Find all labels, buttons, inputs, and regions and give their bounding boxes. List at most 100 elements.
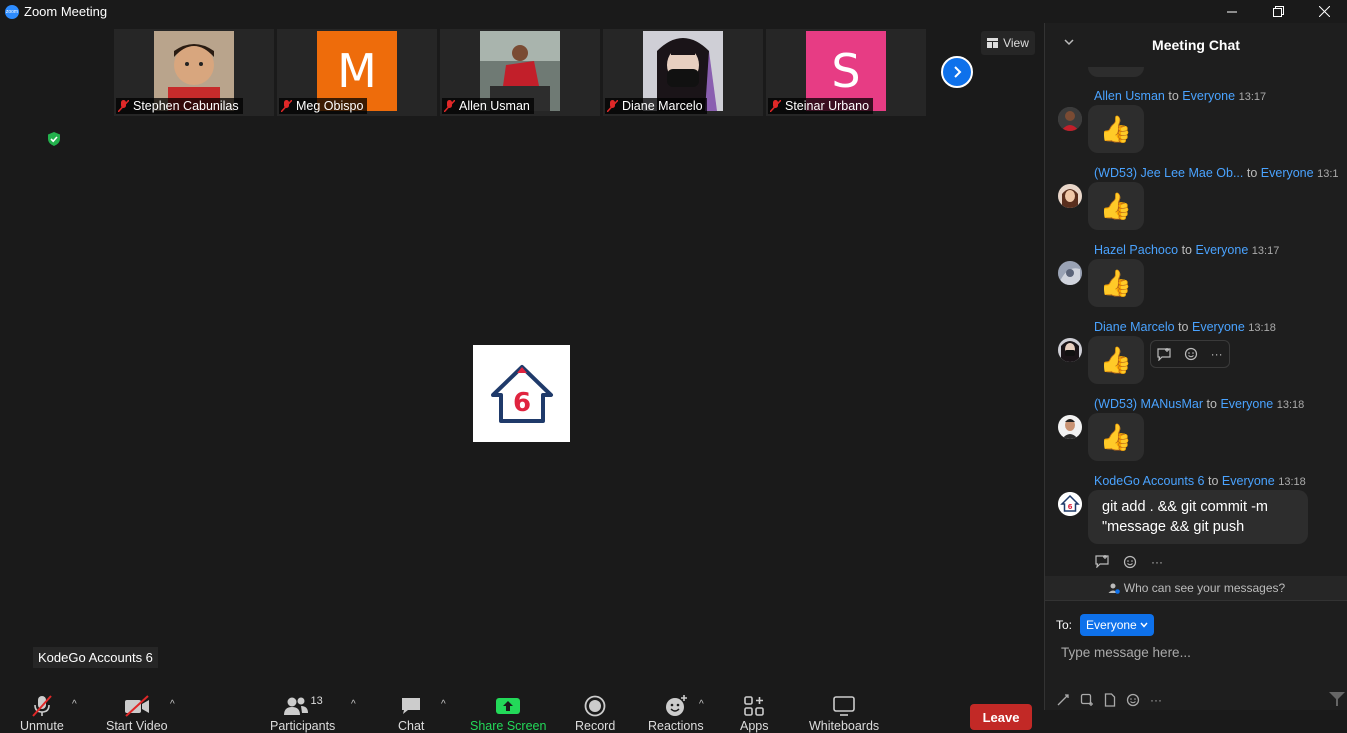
message-time: 13:18: [1248, 322, 1276, 334]
participant-name-label: Stephen Cabunilas: [116, 98, 243, 114]
reactions-button[interactable]: Reactions: [648, 693, 704, 733]
avatar: 6: [1058, 492, 1082, 516]
text-message-bubble: git add . && git commit -m "message && g…: [1088, 490, 1308, 544]
message-recipient[interactable]: Everyone: [1220, 397, 1273, 411]
participant-name-label: Diane Marcelo: [605, 98, 707, 114]
reactions-label: Reactions: [648, 719, 704, 733]
emoji-message-bubble: 👍: [1088, 259, 1144, 307]
reply-icon[interactable]: [1095, 555, 1109, 568]
emoji-icon[interactable]: [1126, 693, 1140, 707]
message-recipient[interactable]: Everyone: [1222, 474, 1275, 488]
title-bar: zoom Zoom Meeting: [0, 0, 1347, 23]
next-page-button[interactable]: [941, 56, 973, 88]
chevron-down-icon: [1140, 622, 1148, 628]
message-recipient[interactable]: Everyone: [1195, 243, 1248, 257]
participant-tile[interactable]: Diane Marcelo: [603, 29, 763, 116]
more-options-icon[interactable]: ···: [1211, 347, 1223, 361]
participant-tile[interactable]: M Meg Obispo: [277, 29, 437, 116]
message-recipient[interactable]: Everyone: [1192, 320, 1245, 334]
message-input[interactable]: Type message here...: [1061, 645, 1191, 660]
view-button[interactable]: View: [981, 31, 1035, 55]
participant-name-label: Allen Usman: [442, 98, 534, 114]
close-button[interactable]: [1301, 0, 1347, 23]
participants-button[interactable]: 13 Participants: [270, 693, 335, 733]
house-logo-icon: 6: [490, 364, 553, 423]
reply-icon[interactable]: [1157, 347, 1171, 361]
video-off-icon: [124, 695, 149, 717]
message-to-word: to: [1206, 397, 1217, 411]
share-screen-button[interactable]: Share Screen: [470, 693, 546, 733]
message-to-word: to: [1246, 166, 1258, 180]
screenshot-icon[interactable]: [1080, 693, 1094, 707]
participant-tile[interactable]: S Steinar Urbano: [766, 29, 926, 116]
view-button-label: View: [1003, 36, 1029, 50]
unmute-button[interactable]: Unmute: [20, 693, 64, 733]
whiteboards-button[interactable]: Whiteboards: [809, 693, 879, 733]
message-header: (WD53) Jee Lee Mae Ob... to Everyone 13:…: [1094, 166, 1339, 180]
message-sender[interactable]: (WD53) MANusMar: [1094, 397, 1203, 411]
message-sender[interactable]: Hazel Pachoco: [1094, 243, 1178, 257]
participant-tile[interactable]: Allen Usman: [440, 29, 600, 116]
audio-options-caret[interactable]: ^: [72, 699, 77, 710]
chat-button[interactable]: Chat: [398, 693, 424, 733]
avatar: [1058, 184, 1082, 208]
chat-header: Meeting Chat: [1045, 23, 1347, 67]
message-sender[interactable]: Allen Usman: [1094, 89, 1165, 103]
who-can-see-banner[interactable]: Who can see your messages?: [1045, 576, 1347, 600]
chat-options-caret[interactable]: ^: [441, 699, 446, 710]
message-header: Diane Marcelo to Everyone 13:18: [1094, 320, 1276, 334]
meeting-toolbar: Unmute ^ Start Video ^ 13 Participants ^…: [0, 689, 1044, 733]
restore-button[interactable]: [1255, 0, 1301, 23]
message-time: 13:18: [1278, 476, 1306, 488]
reactions-options-caret[interactable]: ^: [699, 699, 704, 710]
message-recipient[interactable]: Everyone: [1182, 89, 1235, 103]
mic-muted-icon: [770, 100, 781, 112]
video-area: Stephen Cabunilas M Meg Obispo Allen Usm…: [0, 23, 1044, 733]
message-time: 13:17: [1251, 245, 1280, 257]
emoji-message-bubble: 👍: [1088, 105, 1144, 153]
participants-icon: [283, 697, 308, 715]
record-button[interactable]: Record: [575, 693, 615, 733]
to-label: To:: [1056, 618, 1073, 632]
chevron-down-icon[interactable]: [1063, 37, 1075, 47]
record-label: Record: [575, 719, 616, 733]
mic-muted-icon: [281, 100, 292, 112]
file-icon[interactable]: [1104, 693, 1116, 707]
more-options-icon[interactable]: ···: [1151, 555, 1163, 569]
format-text-icon[interactable]: [1056, 693, 1070, 707]
avatar: [1058, 261, 1082, 285]
more-tools-icon[interactable]: ···: [1150, 693, 1162, 707]
chevron-right-icon: [954, 66, 962, 78]
start-video-button[interactable]: Start Video: [106, 693, 168, 733]
participant-name: Meg Obispo: [296, 99, 364, 113]
video-options-caret[interactable]: ^: [170, 699, 175, 710]
share-screen-icon: [496, 698, 521, 714]
apps-button[interactable]: Apps: [740, 693, 769, 733]
message-to-word: to: [1181, 243, 1192, 257]
add-reaction-icon[interactable]: [1123, 555, 1137, 569]
message-recipient[interactable]: Everyone: [1261, 166, 1314, 180]
mic-muted-icon: [607, 100, 618, 112]
security-shield-icon[interactable]: [46, 131, 62, 147]
who-can-see-text: Who can see your messages?: [1123, 581, 1286, 595]
participants-options-caret[interactable]: ^: [351, 699, 356, 710]
previous-message-bubble: [1088, 67, 1144, 77]
add-reaction-icon[interactable]: [1184, 347, 1198, 361]
send-icon[interactable]: [1328, 690, 1346, 708]
participant-tile[interactable]: Stephen Cabunilas: [114, 29, 274, 116]
record-icon: [584, 695, 606, 717]
message-sender[interactable]: KodeGo Accounts 6: [1094, 474, 1205, 488]
leave-button[interactable]: Leave: [970, 704, 1032, 730]
minimize-icon: [1227, 11, 1237, 12]
message-header: (WD53) MANusMar to Everyone 13:18: [1094, 397, 1304, 411]
minimize-button[interactable]: [1209, 0, 1255, 23]
avatar: [1058, 415, 1082, 439]
chat-messages[interactable]: Allen Usman to Everyone 13:17 👍 (WD53) J…: [1045, 67, 1347, 576]
message-sender[interactable]: Diane Marcelo: [1094, 320, 1175, 334]
avatar: [1058, 338, 1082, 362]
recipient-dropdown[interactable]: Everyone: [1080, 614, 1154, 636]
message-sender[interactable]: (WD53) Jee Lee Mae Ob...: [1094, 166, 1243, 180]
avatar-logo-number: 6: [1068, 503, 1073, 511]
window-controls: [1209, 0, 1347, 23]
recipient-row: To: Everyone: [1056, 614, 1154, 636]
